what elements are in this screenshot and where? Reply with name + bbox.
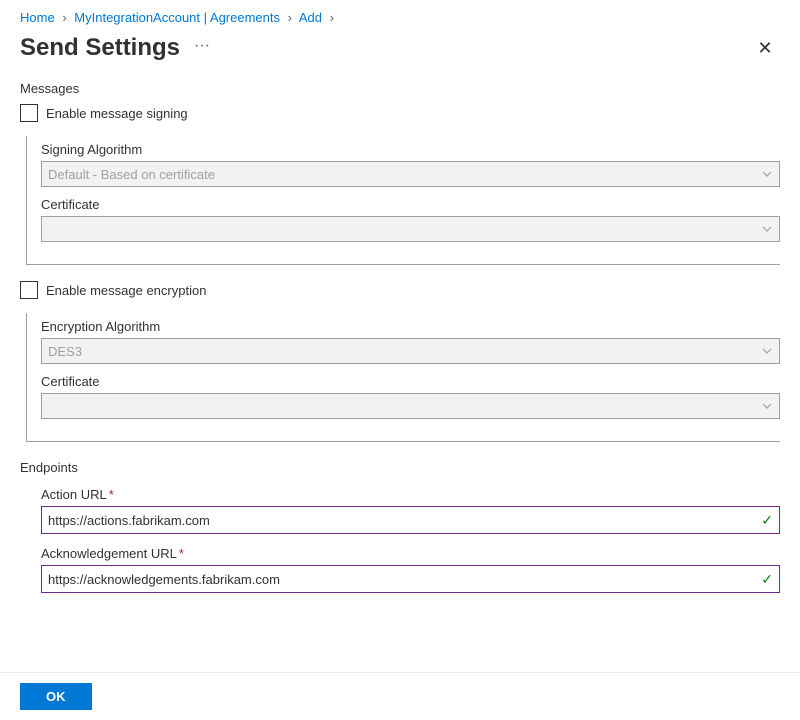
enable-signing-row[interactable]: Enable message signing	[20, 102, 780, 124]
more-actions-button[interactable]: ···	[194, 37, 210, 59]
breadcrumb-home[interactable]: Home	[20, 10, 55, 25]
enable-encryption-checkbox[interactable]	[20, 281, 38, 299]
ack-url-input[interactable]	[48, 572, 761, 587]
enable-encryption-label: Enable message encryption	[46, 283, 206, 298]
endpoints-group: Action URL* ✓ Acknowledgement URL* ✓	[26, 483, 780, 593]
breadcrumb: Home › MyIntegrationAccount | Agreements…	[0, 0, 800, 33]
check-icon: ✓	[761, 571, 773, 588]
messages-section-label: Messages	[20, 81, 780, 96]
signing-group: Signing Algorithm Default - Based on cer…	[26, 136, 780, 265]
chevron-right-icon: ›	[62, 10, 66, 25]
encryption-group: Encryption Algorithm DES3 Certificate	[26, 313, 780, 442]
required-indicator: *	[109, 487, 114, 502]
ack-url-label: Acknowledgement URL*	[41, 546, 780, 561]
breadcrumb-add[interactable]: Add	[299, 10, 322, 25]
footer: OK	[0, 672, 800, 720]
check-icon: ✓	[761, 512, 773, 529]
encryption-certificate-label: Certificate	[41, 374, 780, 389]
signing-algorithm-value: Default - Based on certificate	[48, 167, 215, 182]
encryption-algorithm-label: Encryption Algorithm	[41, 319, 780, 334]
enable-signing-checkbox[interactable]	[20, 104, 38, 122]
signing-algorithm-label: Signing Algorithm	[41, 142, 780, 157]
close-button[interactable]: ✕	[750, 33, 780, 63]
enable-signing-label: Enable message signing	[46, 106, 188, 121]
chevron-down-icon	[761, 400, 773, 412]
action-url-input[interactable]	[48, 513, 761, 528]
page-header: Send Settings ··· ✕	[0, 33, 800, 81]
chevron-down-icon	[761, 345, 773, 357]
action-url-field-wrap[interactable]: ✓	[41, 506, 780, 534]
ok-button[interactable]: OK	[20, 683, 92, 710]
signing-certificate-select	[41, 216, 780, 242]
chevron-right-icon: ›	[330, 10, 334, 25]
endpoints-section-label: Endpoints	[20, 460, 780, 475]
breadcrumb-integration-account[interactable]: MyIntegrationAccount | Agreements	[74, 10, 280, 25]
ack-url-field-wrap[interactable]: ✓	[41, 565, 780, 593]
content-area: Messages Enable message signing Signing …	[0, 81, 800, 593]
chevron-down-icon	[761, 168, 773, 180]
encryption-algorithm-select: DES3	[41, 338, 780, 364]
chevron-right-icon: ›	[288, 10, 292, 25]
signing-certificate-label: Certificate	[41, 197, 780, 212]
page-title: Send Settings	[20, 34, 180, 62]
encryption-algorithm-value: DES3	[48, 344, 82, 359]
encryption-certificate-select	[41, 393, 780, 419]
close-icon: ✕	[757, 38, 772, 58]
chevron-down-icon	[761, 223, 773, 235]
action-url-label: Action URL*	[41, 487, 780, 502]
signing-algorithm-select: Default - Based on certificate	[41, 161, 780, 187]
enable-encryption-row[interactable]: Enable message encryption	[20, 279, 780, 301]
required-indicator: *	[179, 546, 184, 561]
